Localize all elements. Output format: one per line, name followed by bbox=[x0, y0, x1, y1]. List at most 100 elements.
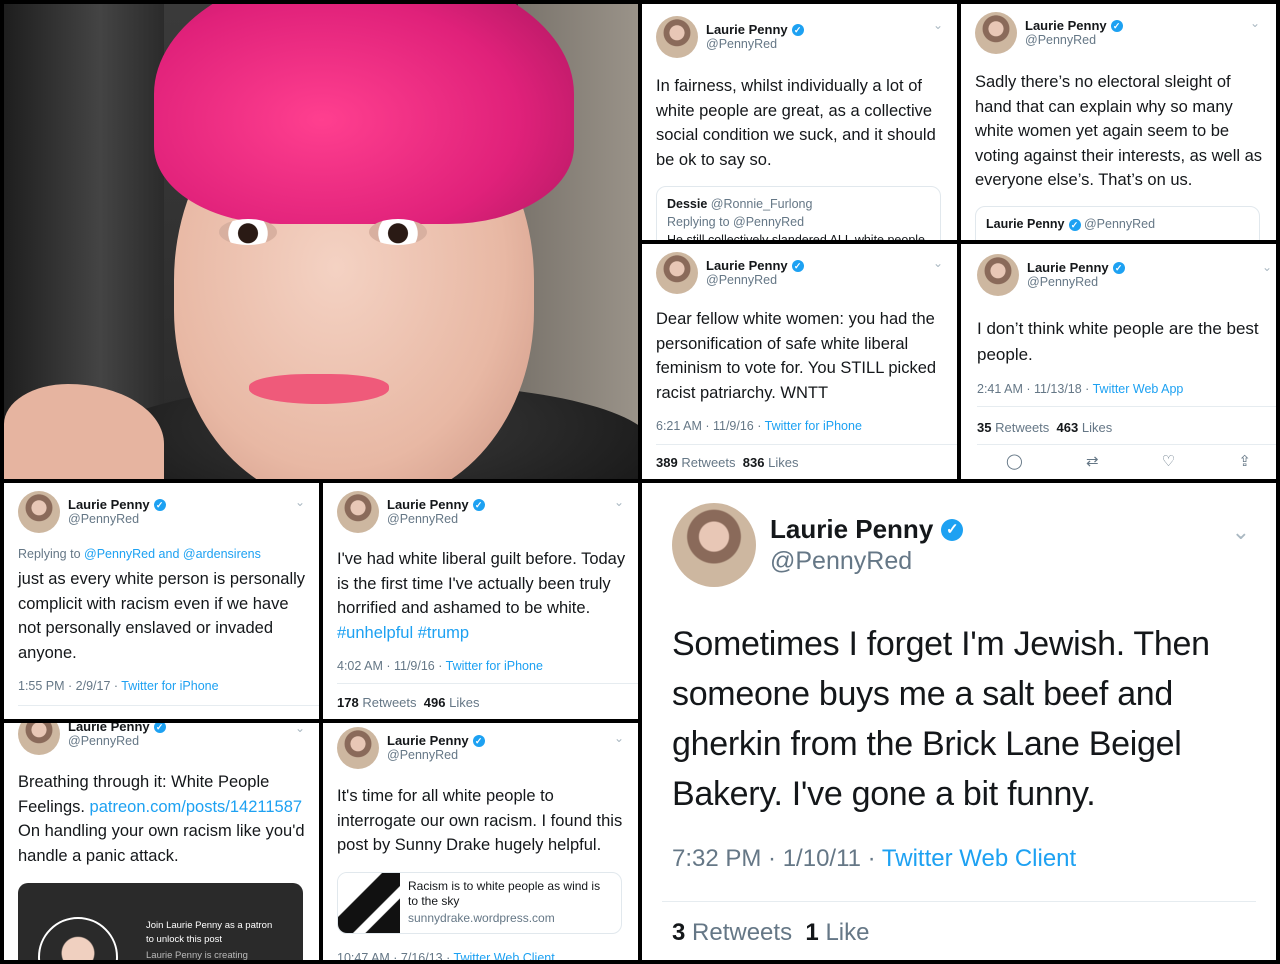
author-name[interactable]: Laurie Penny bbox=[1027, 260, 1109, 276]
tweet-text: I've had white liberal guilt before. Tod… bbox=[337, 550, 626, 617]
tweet-card-best-people[interactable]: Laurie Penny ✓ @PennyRed ⌄ I don’t think … bbox=[961, 244, 1276, 479]
tweet-stats: 389 Retweets 836 Likes bbox=[656, 455, 799, 470]
tweet-source-link[interactable]: Twitter Web Client bbox=[454, 951, 555, 960]
tweet-text: Sometimes I forget I'm Jewish. Then some… bbox=[672, 625, 1210, 813]
like-count[interactable]: 463 bbox=[1057, 420, 1079, 435]
verified-badge-icon: ✓ bbox=[791, 259, 804, 272]
tweet-body: I've had white liberal guilt before. Tod… bbox=[337, 547, 627, 645]
tweet-timestamp: 1:55 PM · 2/9/17 · Twitter for iPhone bbox=[18, 679, 219, 693]
chevron-down-icon[interactable]: ⌄ bbox=[1250, 16, 1260, 30]
chevron-down-icon[interactable]: ⌄ bbox=[933, 256, 943, 270]
replying-to-link[interactable]: @PennyRed and @ardensirens bbox=[84, 547, 261, 561]
author-handle[interactable]: @PennyRed bbox=[68, 512, 166, 527]
avatar[interactable] bbox=[18, 491, 60, 533]
author-handle[interactable]: @PennyRed bbox=[770, 546, 963, 576]
quoted-tweet[interactable]: Laurie Penny ✓ @PennyRed bbox=[975, 206, 1260, 240]
tweet-header: Laurie Penny ✓ @PennyRed bbox=[672, 503, 964, 587]
tweet-source-link[interactable]: Twitter Web Client bbox=[882, 845, 1076, 872]
like-icon[interactable]: ♡ bbox=[1162, 452, 1175, 470]
chevron-down-icon[interactable]: ⌄ bbox=[614, 731, 624, 745]
avatar[interactable] bbox=[18, 723, 60, 755]
avatar[interactable] bbox=[977, 254, 1019, 296]
photo-left-eye bbox=[219, 219, 277, 245]
link-card-domain: sunnydrake.wordpress.com bbox=[408, 911, 555, 925]
tweet-actions: ◯ ⇄ ♡ ⇪ bbox=[1006, 452, 1251, 470]
tweet-card-interrogate[interactable]: Laurie Penny ✓ @PennyRed ⌄ It's time for … bbox=[323, 723, 638, 960]
patreon-link[interactable]: patreon.com/posts/14211587 bbox=[90, 798, 303, 816]
like-count[interactable]: 1 bbox=[805, 919, 818, 946]
tweet-card-breathing[interactable]: Laurie Penny ✓ @PennyRed ⌄ Breathing thro… bbox=[4, 723, 319, 960]
tweet-text-cont: On handling your own racism like you'd h… bbox=[18, 822, 305, 865]
tweet-text: I don’t think white people are the best … bbox=[977, 319, 1259, 364]
author-handle[interactable]: @PennyRed bbox=[1025, 33, 1123, 48]
link-card[interactable]: Racism is to white people as wind is to … bbox=[337, 872, 622, 934]
divider bbox=[662, 901, 1256, 902]
tweet-card-dear-fellow[interactable]: Laurie Penny ✓ @PennyRed ⌄ Dear fellow wh… bbox=[642, 244, 957, 479]
author-handle[interactable]: @PennyRed bbox=[387, 748, 485, 763]
chevron-down-icon[interactable]: ⌄ bbox=[1262, 260, 1272, 274]
avatar[interactable] bbox=[656, 252, 698, 294]
photo-pink-hair bbox=[154, 4, 574, 224]
tweet-card-jewish[interactable]: Laurie Penny ✓ @PennyRed ⌄ Sometimes I fo… bbox=[642, 483, 1276, 960]
avatar[interactable] bbox=[975, 12, 1017, 54]
tweet-source-link[interactable]: Twitter for iPhone bbox=[121, 679, 218, 693]
quoted-tweet[interactable]: Dessie @Ronnie_Furlong Replying to @Penn… bbox=[656, 186, 941, 240]
retweet-count[interactable]: 389 bbox=[656, 455, 678, 470]
chevron-down-icon[interactable]: ⌄ bbox=[295, 723, 305, 735]
verified-badge-icon: ✓ bbox=[1112, 261, 1125, 274]
verified-badge-icon: ✓ bbox=[153, 498, 166, 511]
author-handle[interactable]: @PennyRed bbox=[387, 512, 485, 527]
verified-badge-icon: ✓ bbox=[941, 519, 964, 541]
tweet-source-link[interactable]: Twitter Web App bbox=[1093, 382, 1184, 396]
author-name[interactable]: Laurie Penny bbox=[387, 733, 469, 749]
quoted-author-handle: @PennyRed bbox=[1083, 217, 1156, 231]
avatar[interactable] bbox=[337, 727, 379, 769]
share-icon[interactable]: ⇪ bbox=[1238, 452, 1251, 470]
verified-badge-icon: ✓ bbox=[472, 498, 485, 511]
author-handle[interactable]: @PennyRed bbox=[706, 273, 804, 288]
tweet-source-link[interactable]: Twitter for iPhone bbox=[446, 659, 543, 673]
tweet-header: Laurie Penny ✓ @PennyRed bbox=[975, 12, 1123, 54]
tweet-card-fairness[interactable]: Laurie Penny ✓ @PennyRed ⌄ In fairness, w… bbox=[642, 4, 957, 240]
chevron-down-icon[interactable]: ⌄ bbox=[933, 18, 943, 32]
verified-badge-icon: ✓ bbox=[791, 23, 804, 36]
patreon-card[interactable]: Join Laurie Penny as a patron to unlock … bbox=[18, 883, 303, 960]
verified-badge-icon: ✓ bbox=[472, 734, 485, 747]
tweet-header: Laurie Penny ✓ @PennyRed bbox=[18, 491, 166, 533]
author-name[interactable]: Laurie Penny bbox=[1025, 18, 1107, 34]
retweet-count[interactable]: 35 bbox=[977, 420, 991, 435]
retweet-icon[interactable]: ⇄ bbox=[1086, 452, 1099, 470]
avatar[interactable] bbox=[656, 16, 698, 58]
tweet-card-liberal-guilt[interactable]: Laurie Penny ✓ @PennyRed ⌄ I've had white… bbox=[323, 483, 638, 719]
author-name[interactable]: Laurie Penny bbox=[706, 258, 788, 274]
tweet-card-complicit[interactable]: Laurie Penny ✓ @PennyRed ⌄ Replying to @P… bbox=[4, 483, 319, 719]
hashtag-links[interactable]: #unhelpful #trump bbox=[337, 624, 469, 642]
retweet-count[interactable]: 3 bbox=[672, 919, 685, 946]
avatar[interactable] bbox=[672, 503, 756, 587]
chevron-down-icon[interactable]: ⌄ bbox=[295, 495, 305, 509]
tweet-header: Laurie Penny ✓ @PennyRed bbox=[656, 252, 804, 294]
divider bbox=[977, 406, 1276, 407]
tweet-card-electoral[interactable]: Laurie Penny ✓ @PennyRed ⌄ Sadly there’s … bbox=[961, 4, 1276, 240]
author-name[interactable]: Laurie Penny bbox=[68, 497, 150, 513]
divider bbox=[18, 705, 319, 706]
avatar[interactable] bbox=[337, 491, 379, 533]
tweet-header: Laurie Penny ✓ @PennyRed bbox=[337, 727, 485, 769]
retweet-count[interactable]: 178 bbox=[337, 695, 359, 710]
author-name[interactable]: Laurie Penny bbox=[706, 22, 788, 38]
chevron-down-icon[interactable]: ⌄ bbox=[614, 495, 624, 509]
quoted-text: He still collectively slandered ALL whit… bbox=[667, 233, 926, 240]
like-count[interactable]: 496 bbox=[424, 695, 446, 710]
reply-icon[interactable]: ◯ bbox=[1006, 452, 1023, 470]
author-name[interactable]: Laurie Penny bbox=[68, 723, 150, 734]
author-handle[interactable]: @PennyRed bbox=[1027, 275, 1125, 290]
author-handle[interactable]: @PennyRed bbox=[68, 734, 166, 749]
link-card-title: Racism is to white people as wind is to … bbox=[408, 879, 601, 908]
tweet-source-link[interactable]: Twitter for iPhone bbox=[765, 419, 862, 433]
chevron-down-icon[interactable]: ⌄ bbox=[1232, 519, 1250, 545]
like-count[interactable]: 836 bbox=[743, 455, 765, 470]
replying-to: Replying to @PennyRed and @ardensirens bbox=[18, 547, 261, 561]
author-name[interactable]: Laurie Penny bbox=[387, 497, 469, 513]
author-handle[interactable]: @PennyRed bbox=[706, 37, 804, 52]
author-name[interactable]: Laurie Penny bbox=[770, 514, 933, 545]
